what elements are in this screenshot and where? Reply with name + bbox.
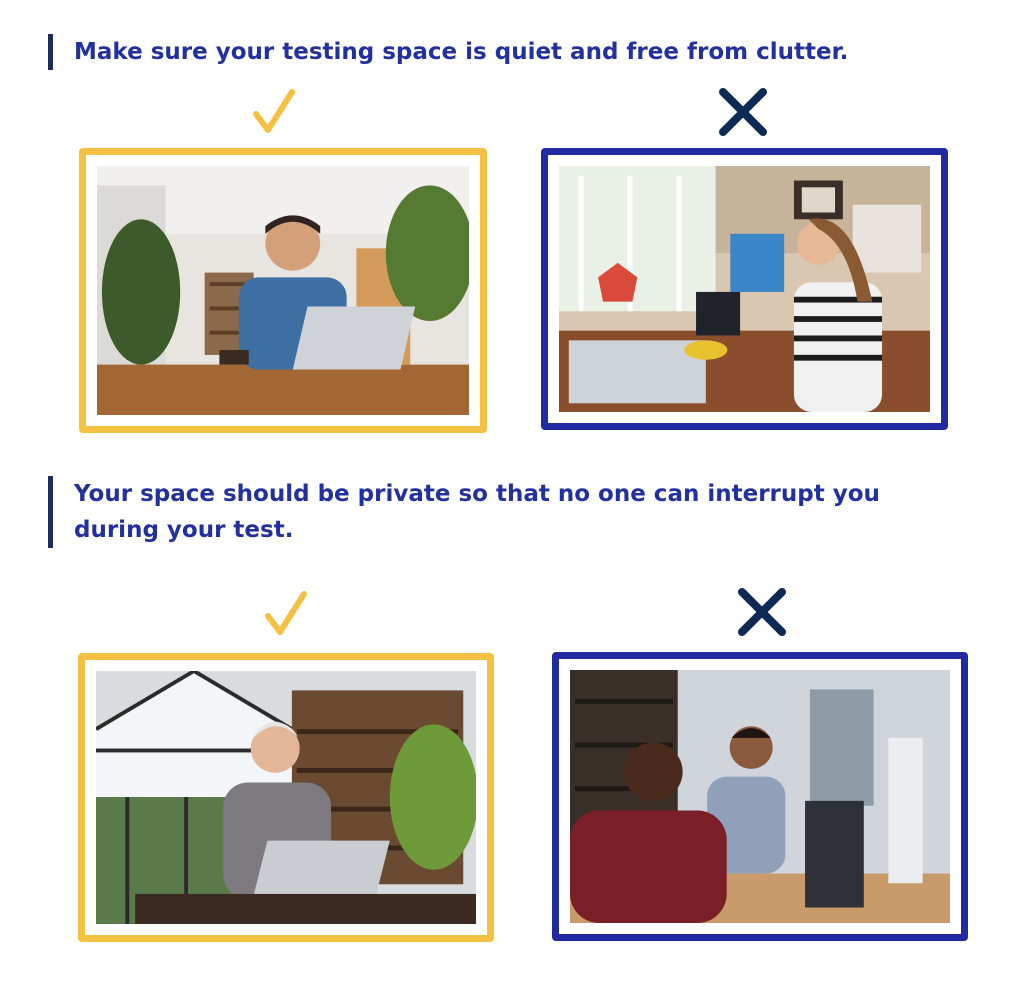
two-men-in-shared-space-photo: [570, 670, 950, 923]
x-icon: [732, 586, 792, 642]
checkmark-icon: [256, 588, 316, 644]
good-example-quiet-photo-frame: [79, 148, 487, 433]
section-heading-private-space: Your space should be private so that no …: [48, 476, 934, 548]
good-example-private-photo-frame: [78, 653, 494, 942]
woman-at-laptop-photo: [96, 671, 476, 924]
bad-example-shared-space-photo-frame: [552, 652, 968, 941]
woman-in-cluttered-room-photo: [559, 166, 930, 412]
x-icon: [713, 86, 773, 142]
section-heading-quiet-space: Make sure your testing space is quiet an…: [48, 34, 954, 70]
checkmark-icon: [244, 86, 304, 142]
man-at-laptop-photo: [97, 166, 469, 415]
bad-example-cluttered-photo-frame: [541, 148, 948, 430]
